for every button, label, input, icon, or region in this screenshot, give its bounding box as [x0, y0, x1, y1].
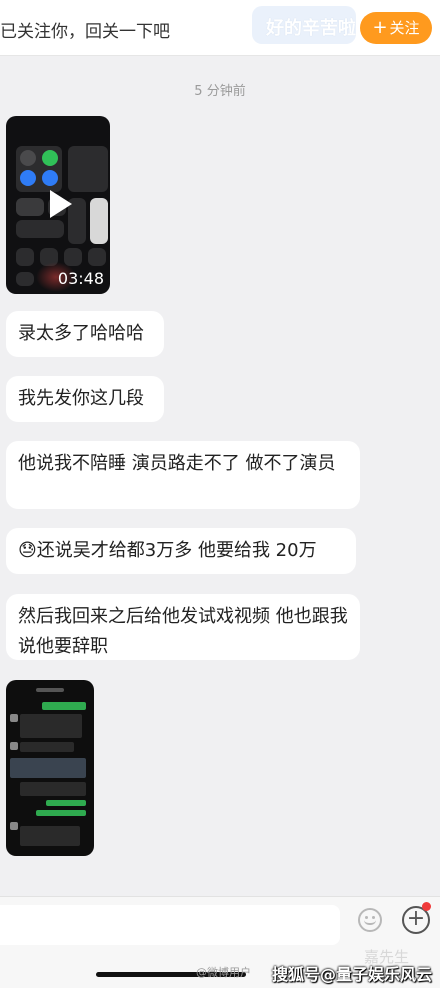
- sweat-emoji-icon: 😓: [18, 540, 37, 561]
- message-text: 还说吴才给都3万多 他要给我 20万: [36, 540, 317, 561]
- plus-icon: +: [372, 17, 388, 38]
- control-tile: [90, 198, 108, 244]
- control-tile: [16, 272, 34, 286]
- message-text: 我先发你这几段: [18, 388, 144, 409]
- image-detail: [20, 742, 74, 752]
- image-message[interactable]: [6, 680, 94, 856]
- message-input[interactable]: [0, 905, 340, 945]
- image-detail: [42, 702, 86, 710]
- message-bubble[interactable]: 我先发你这几段: [6, 376, 164, 422]
- image-detail: [46, 800, 86, 806]
- message-bubble[interactable]: 然后我回来之后给他发试戏视频 他也跟我说他要辞职: [6, 594, 360, 660]
- message-timestamp: 5 分钟前: [194, 84, 246, 99]
- message-bubble[interactable]: 他说我不陪睡 演员路走不了 做不了演员: [6, 441, 360, 509]
- follow-button[interactable]: + 关注: [360, 12, 432, 44]
- image-detail: [20, 782, 86, 796]
- control-tile: [64, 248, 82, 266]
- video-message[interactable]: 03:48: [6, 116, 110, 294]
- control-dot: [20, 170, 36, 186]
- control-tile: [16, 248, 34, 266]
- control-tile: [88, 248, 106, 266]
- image-detail: [10, 822, 18, 830]
- message-text: 他说我不陪睡 演员路走不了 做不了演员: [18, 453, 336, 474]
- message-text: 录太多了哈哈哈: [18, 323, 144, 344]
- control-tile: [16, 198, 44, 216]
- follow-button-label: 关注: [389, 19, 420, 37]
- image-detail: [10, 714, 18, 722]
- image-detail: [36, 810, 86, 816]
- message-bubble[interactable]: 录太多了哈哈哈: [6, 311, 164, 357]
- watermark-main: 搜狐号@量子娱乐风云: [272, 965, 433, 984]
- message-text: 然后我回来之后给他发试戏视频 他也跟我说他要辞职: [18, 606, 348, 657]
- control-dot: [20, 150, 36, 166]
- image-detail: [10, 758, 86, 778]
- control-dot: [42, 170, 58, 186]
- image-detail: [10, 742, 18, 750]
- image-detail: [36, 688, 64, 692]
- image-detail: [20, 714, 82, 738]
- follow-banner: 已关注你，回关一下吧 好的辛苦啦 + 关注: [0, 0, 440, 56]
- follow-hint-text: 已关注你，回关一下吧: [0, 22, 170, 42]
- control-dot: [42, 150, 58, 166]
- image-detail: [20, 826, 80, 846]
- play-icon[interactable]: [50, 190, 72, 218]
- video-duration: 03:48: [57, 269, 104, 288]
- faded-overlay-text: 好的辛苦啦: [252, 6, 356, 44]
- notification-dot: [422, 902, 431, 911]
- watermark-weibo: @微博用户: [196, 966, 251, 979]
- control-tile: [16, 220, 64, 238]
- control-tile: [68, 146, 108, 192]
- message-bubble[interactable]: 😓还说吴才给都3万多 他要给我 20万: [6, 528, 356, 574]
